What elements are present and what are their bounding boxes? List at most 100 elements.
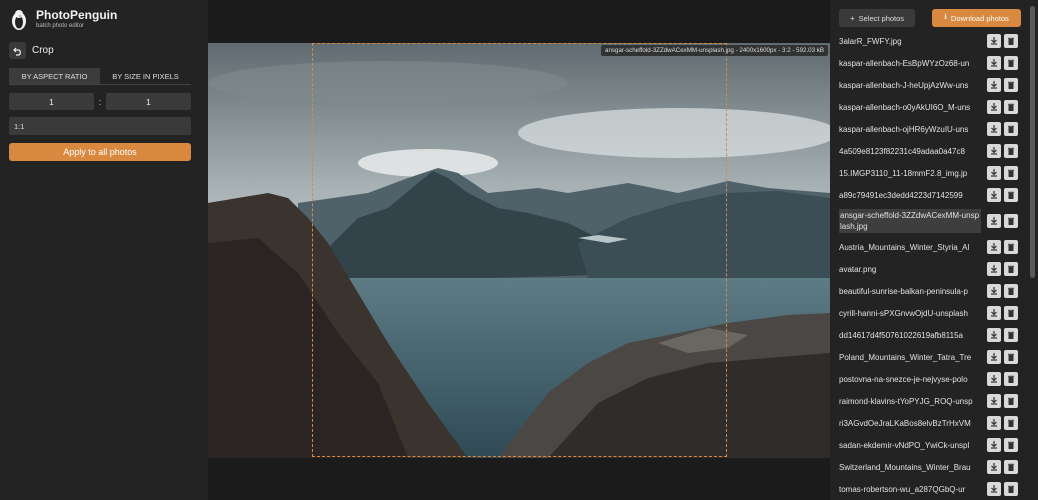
download-icon [990,348,998,366]
download-file-button[interactable] [987,306,1001,320]
trash-icon [1007,392,1015,410]
download-file-button[interactable] [987,122,1001,136]
ratio-width-input[interactable]: 1 [9,93,94,110]
file-actions [987,188,1021,202]
download-photos-button[interactable]: ⭳ Download photos [932,9,1021,27]
delete-file-button[interactable] [1004,482,1018,496]
file-list-item[interactable]: dd14617d4f50761022619afb8115a [839,324,1023,346]
file-list-item[interactable]: Austria_Mountains_Winter_Styria_Al [839,236,1023,258]
file-name: avatar.png [839,264,877,274]
download-file-button[interactable] [987,166,1001,180]
file-list-item[interactable]: kaspar-allenbach-EsBpWYzOz68-un [839,52,1023,74]
download-icon [990,282,998,300]
download-file-button[interactable] [987,214,1001,228]
download-file-button[interactable] [987,56,1001,70]
delete-file-button[interactable] [1004,100,1018,114]
download-file-button[interactable] [987,482,1001,496]
download-file-button[interactable] [987,350,1001,364]
tab-by-size-in-pixels[interactable]: BY SIZE IN PIXELS [100,68,191,84]
apply-to-all-button[interactable]: Apply to all photos [9,143,191,161]
delete-file-button[interactable] [1004,144,1018,158]
download-file-button[interactable] [987,416,1001,430]
delete-file-button[interactable] [1004,188,1018,202]
delete-file-button[interactable] [1004,438,1018,452]
delete-file-button[interactable] [1004,372,1018,386]
delete-file-button[interactable] [1004,416,1018,430]
select-photos-button[interactable]: + Select photos [839,9,915,27]
file-list-item[interactable]: ansgar-scheffold-3ZZdwACexMM-unsplash.jp… [839,206,1023,236]
download-file-button[interactable] [987,460,1001,474]
file-list-item[interactable]: 3alarR_FWFY.jpg [839,30,1023,52]
delete-file-button[interactable] [1004,240,1018,254]
trash-icon [1007,238,1015,256]
delete-file-button[interactable] [1004,78,1018,92]
crop-frame-bottom [312,456,727,457]
file-list-item[interactable]: Poland_Mountains_Winter_Tatra_Tre [839,346,1023,368]
download-file-button[interactable] [987,240,1001,254]
file-actions [987,122,1021,136]
delete-file-button[interactable] [1004,394,1018,408]
ratio-height-input[interactable]: 1 [106,93,191,110]
crop-title: Crop [32,45,54,56]
download-file-button[interactable] [987,328,1001,342]
file-list-item[interactable]: cyrill-hanni-sPXGnvwOjdU-unsplash [839,302,1023,324]
file-name: tomas-robertson-wu_a287QGbQ-ur [839,484,966,494]
file-list-item[interactable]: sadan-ekdemir-vNdPO_YwiCk-unspl [839,434,1023,456]
tab-by-aspect-ratio[interactable]: BY ASPECT RATIO [9,68,100,84]
download-icon [990,414,998,432]
file-list-scrollbar[interactable] [1030,6,1035,278]
download-file-button[interactable] [987,144,1001,158]
download-file-button[interactable] [987,438,1001,452]
file-name: kaspar-allenbach-ojHR6yWzuIU-uns [839,124,969,134]
ratio-preset-select[interactable]: 1:1 [9,117,191,135]
file-actions [987,460,1021,474]
download-file-button[interactable] [987,284,1001,298]
download-icon [990,76,998,94]
delete-file-button[interactable] [1004,56,1018,70]
delete-file-button[interactable] [1004,166,1018,180]
photo-canvas[interactable]: ansgar-scheffold-3ZZdwACexMM-unsplash.jp… [208,43,830,458]
file-list-item[interactable]: raimond-klavins-tYoPYJG_ROQ-unsp [839,390,1023,412]
file-list-item[interactable]: kaspar-allenbach-J-heUpjAzWw-uns [839,74,1023,96]
delete-file-button[interactable] [1004,34,1018,48]
file-list-item[interactable]: Switzerland_Mountains_Winter_Brau [839,456,1023,478]
download-file-button[interactable] [987,372,1001,386]
delete-file-button[interactable] [1004,328,1018,342]
download-file-button[interactable] [987,78,1001,92]
file-list-item[interactable]: 4a509e8123f82231c49adaa0a47c8 [839,140,1023,162]
crop-mode-tabs: BY ASPECT RATIO BY SIZE IN PIXELS [9,68,191,85]
file-name: raimond-klavins-tYoPYJG_ROQ-unsp [839,396,973,406]
delete-file-button[interactable] [1004,262,1018,276]
file-list-item[interactable]: tomas-robertson-wu_a287QGbQ-ur [839,478,1023,500]
plus-icon: + [849,13,855,23]
download-file-button[interactable] [987,394,1001,408]
delete-file-button[interactable] [1004,284,1018,298]
crop-frame[interactable] [312,43,727,457]
file-list-item[interactable]: avatar.png [839,258,1023,280]
download-icon [990,54,998,72]
file-list-item[interactable]: postovna-na-snezce-je-nejvyse-polo [839,368,1023,390]
file-list-item[interactable]: 15.IMGP3110_11-18mmF2.8_img.jp [839,162,1023,184]
delete-file-button[interactable] [1004,122,1018,136]
delete-file-button[interactable] [1004,306,1018,320]
delete-file-button[interactable] [1004,350,1018,364]
file-list-item[interactable]: kaspar-allenbach-ojHR6yWzuIU-uns [839,118,1023,140]
file-actions [987,262,1021,276]
file-name: 3alarR_FWFY.jpg [839,36,902,46]
file-list-item[interactable]: ri3AGvdOeJraLKaBos8elvBzTrHxVM [839,412,1023,434]
file-list-item[interactable]: kaspar-allenbach-o0yAkUI6O_M-uns [839,96,1023,118]
download-icon [990,480,998,498]
back-button[interactable] [9,42,26,59]
download-file-button[interactable] [987,262,1001,276]
file-list-item[interactable]: beautiful-sunrise-balkan-peninsula-p [839,280,1023,302]
file-actions [987,56,1021,70]
delete-file-button[interactable] [1004,214,1018,228]
download-file-button[interactable] [987,100,1001,114]
file-list-item[interactable]: a89c79491ec3dedd4223d7142599 [839,184,1023,206]
right-panel: + Select photos ⭳ Download photos 3alarR… [830,0,1038,500]
delete-file-button[interactable] [1004,460,1018,474]
download-file-button[interactable] [987,34,1001,48]
download-file-button[interactable] [987,188,1001,202]
file-name: ri3AGvdOeJraLKaBos8elvBzTrHxVM [839,418,971,428]
file-name: cyrill-hanni-sPXGnvwOjdU-unsplash [839,308,968,318]
